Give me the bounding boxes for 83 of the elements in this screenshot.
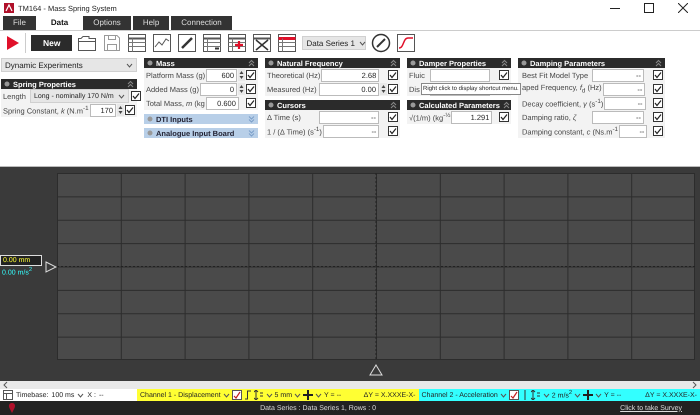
caret-icon[interactable] (358, 40, 366, 46)
checkbox[interactable] (388, 70, 398, 80)
spinner-icon[interactable] (238, 69, 245, 81)
checkbox[interactable] (653, 126, 663, 136)
caret-icon[interactable] (222, 392, 230, 398)
checkbox[interactable] (388, 112, 398, 122)
edge-icon[interactable] (244, 390, 252, 400)
caret-icon[interactable] (126, 62, 133, 68)
crosshair-icon[interactable] (583, 390, 594, 400)
save-icon[interactable] (102, 33, 122, 53)
line-chart-icon[interactable] (152, 33, 172, 53)
caret-icon[interactable] (574, 392, 582, 398)
scale-icon[interactable] (530, 390, 541, 400)
spinner-icon[interactable] (117, 104, 124, 116)
checkbox[interactable] (130, 91, 141, 101)
delete-icon[interactable] (252, 33, 272, 53)
checkbox[interactable] (653, 98, 663, 108)
experiment-dropdown[interactable]: Dynamic Experiments (1, 58, 137, 72)
bullet-icon (147, 60, 153, 66)
checkbox[interactable] (246, 70, 256, 80)
marker-icon (45, 260, 57, 272)
collapse-icon[interactable] (502, 101, 510, 109)
scroll-right-icon[interactable] (692, 381, 698, 389)
bullet-icon (147, 116, 153, 122)
add-row-icon[interactable] (227, 33, 248, 53)
caret-icon[interactable] (266, 392, 273, 398)
bullet-icon (147, 130, 153, 136)
caret-icon[interactable] (595, 392, 602, 398)
bullet-icon (521, 60, 527, 66)
bullet-icon (410, 60, 416, 66)
checkbox[interactable] (499, 112, 509, 122)
table-icon[interactable] (202, 33, 222, 53)
chart-check-icon[interactable] (508, 390, 519, 400)
layout-icon[interactable] (3, 390, 13, 400)
collapse-icon[interactable] (390, 59, 397, 67)
bullet-icon (4, 81, 10, 87)
app-icon (4, 3, 14, 13)
bullet-icon (268, 102, 274, 108)
checkbox[interactable] (125, 105, 135, 115)
caret-icon[interactable] (294, 392, 302, 398)
tab[interactable]: File (3, 16, 36, 30)
collapse-icon[interactable] (248, 59, 255, 67)
input-field[interactable] (430, 68, 490, 82)
pencil-icon[interactable] (177, 33, 198, 53)
caret-icon[interactable] (542, 392, 550, 398)
caret-icon[interactable] (118, 94, 125, 98)
checkbox[interactable] (653, 70, 663, 80)
checkbox[interactable] (653, 112, 663, 122)
spinner-icon[interactable] (238, 83, 245, 95)
collapse-icon[interactable] (390, 101, 397, 109)
tab[interactable]: Options (83, 16, 131, 30)
new-button[interactable]: New (31, 35, 72, 51)
checkbox[interactable] (388, 126, 398, 136)
checkbox[interactable] (246, 84, 256, 94)
collapse-icon[interactable] (127, 80, 134, 88)
maximize-icon[interactable] (644, 3, 654, 13)
caret-icon[interactable] (315, 392, 322, 398)
checkbox[interactable] (388, 84, 398, 94)
chart-check-icon[interactable] (232, 390, 242, 400)
scale-icon[interactable] (254, 390, 264, 400)
collapse-icon[interactable] (501, 59, 508, 67)
bullet-icon (268, 60, 274, 66)
marker-icon (369, 364, 383, 376)
close-icon[interactable] (678, 3, 688, 13)
checkbox[interactable] (499, 70, 509, 80)
bullet-icon (410, 102, 416, 108)
series-dropdown[interactable]: Data Series 1 (302, 36, 366, 50)
table-icon[interactable] (127, 33, 148, 53)
crosshair-icon[interactable] (303, 390, 314, 400)
tab[interactable]: Connection (171, 16, 232, 30)
scroll-left-icon[interactable] (2, 381, 8, 389)
status-icon (8, 403, 16, 413)
caret-icon[interactable] (77, 392, 84, 398)
tab[interactable]: Help (132, 16, 170, 30)
collapse-icon[interactable] (655, 59, 662, 67)
spinner-icon[interactable] (380, 83, 387, 95)
checkbox[interactable] (246, 98, 256, 108)
caret-icon[interactable] (500, 392, 507, 398)
curve-icon[interactable] (396, 33, 416, 53)
table-icon[interactable] (277, 33, 298, 53)
play-icon[interactable] (6, 35, 20, 51)
folder-icon[interactable] (77, 33, 98, 53)
checkbox[interactable] (653, 84, 663, 94)
